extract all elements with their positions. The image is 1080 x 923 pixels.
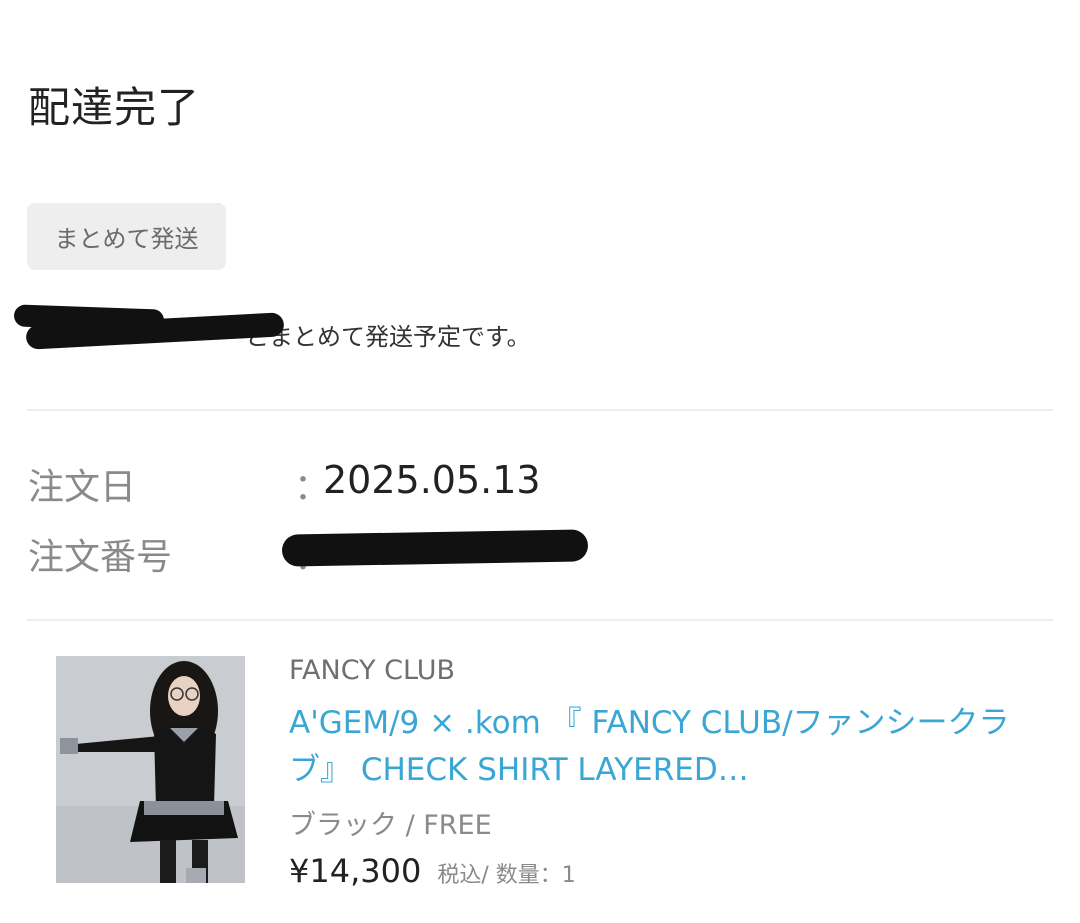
product-name-link[interactable]: A'GEM/9 × .kom 『 FANCY CLUB/ファンシークラブ』 CH… <box>289 700 1029 794</box>
bundle-note-text: とまとめて発送予定です。 <box>245 322 531 351</box>
order-number-label: 注文番号 <box>28 537 173 578</box>
product-brand: FANCY CLUB <box>289 655 456 686</box>
divider <box>27 409 1053 411</box>
price-row: ¥14,300 税込 / 数量：1 <box>289 852 576 890</box>
page-title: 配達完了 <box>28 83 201 132</box>
product-variant: ブラック / FREE <box>289 810 492 841</box>
order-date-value: 2025.05.13 <box>323 458 541 502</box>
quantity-label: / 数量：1 <box>481 863 576 888</box>
redaction-mark <box>281 529 589 567</box>
tax-label: 税込 <box>437 863 482 888</box>
product-image[interactable] <box>56 656 245 883</box>
product-price: ¥14,300 <box>289 852 422 890</box>
order-date-label: 注文日 <box>28 467 137 508</box>
divider <box>27 619 1053 621</box>
bundle-shipping-badge: まとめて発送 <box>27 203 226 270</box>
